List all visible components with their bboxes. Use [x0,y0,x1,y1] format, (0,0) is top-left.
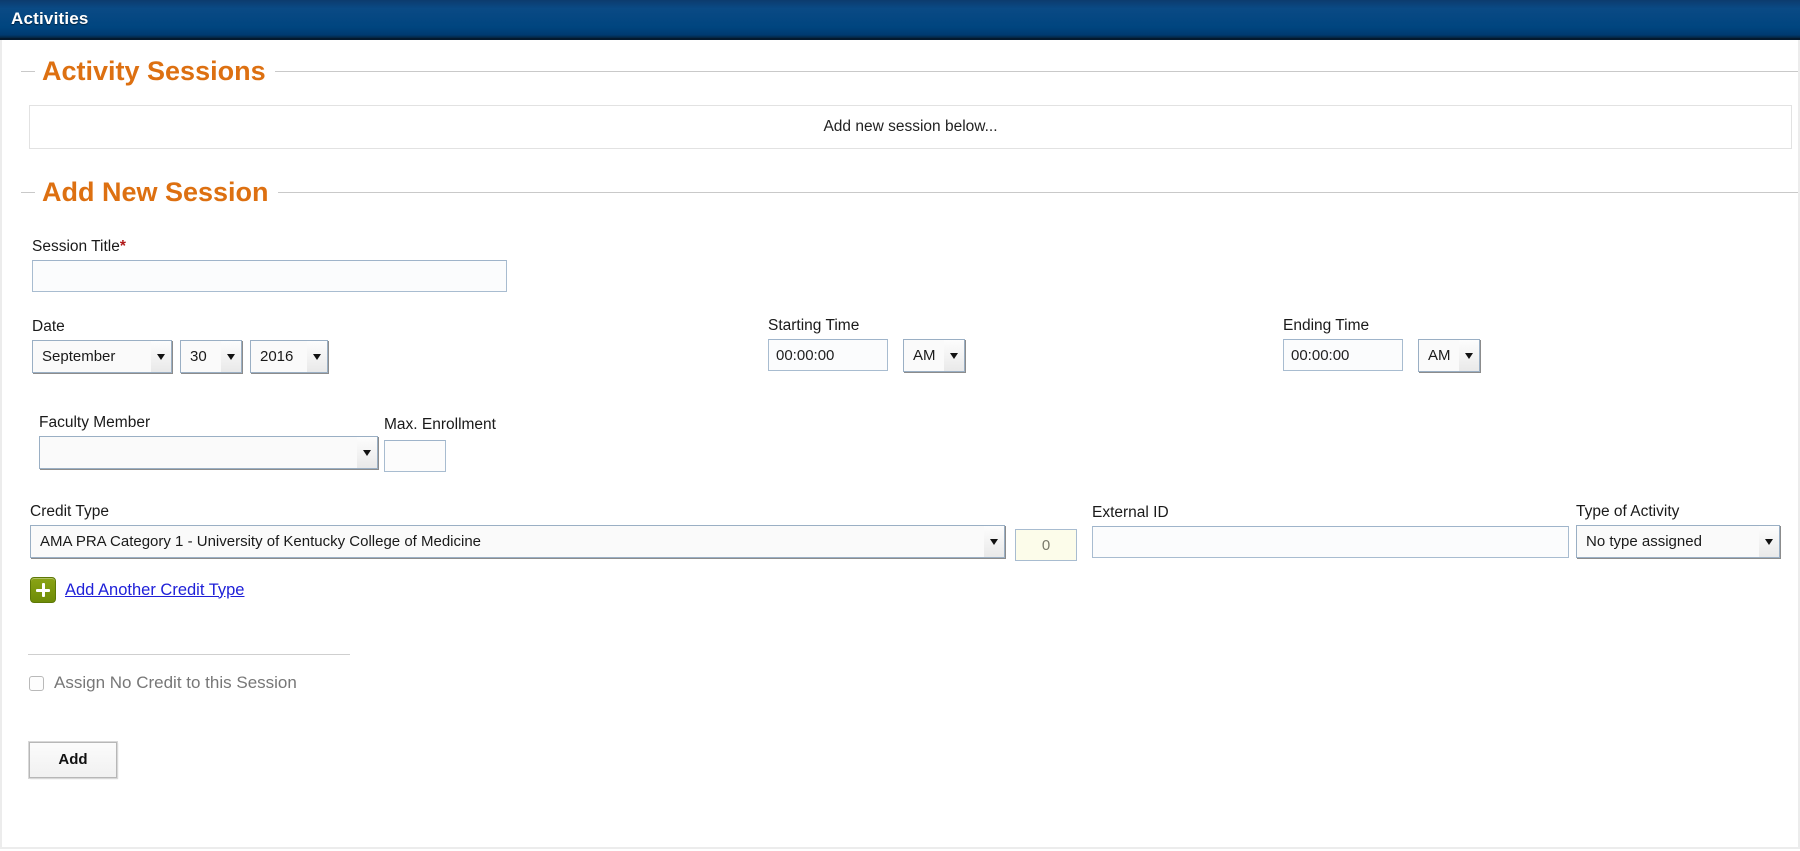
add-new-session-legend-row: Add New Session [2,179,1798,206]
chevron-down-icon [151,341,171,373]
section-divider [28,654,350,656]
credit-type-select[interactable]: AMA PRA Category 1 - University of Kentu… [30,525,1005,559]
add-session-form: Session Title* Date September 30 2016 St… [2,238,1798,780]
faculty-member-select[interactable] [39,436,378,470]
ending-time-controls: AM [1283,339,1480,373]
credit-type-value: AMA PRA Category 1 - University of Kentu… [40,533,482,551]
add-another-credit-type-row[interactable]: Add Another Credit Type [30,577,1798,604]
chevron-down-icon [944,340,964,372]
session-title-label: Session Title* [32,238,1798,255]
type-of-activity-select[interactable]: No type assigned [1576,525,1780,559]
max-enrollment-input[interactable] [384,440,446,473]
faculty-member-value [40,437,377,468]
add-another-credit-type-link[interactable]: Add Another Credit Type [65,581,244,600]
faculty-enrollment-row: Faculty Member Max. Enrollment [32,414,1798,482]
app-header-bar: Activities [0,0,1800,40]
credit-row: Credit Type AMA PRA Category 1 - Univers… [30,503,1798,565]
ending-time-meridiem-select[interactable]: AM [1418,339,1480,373]
chevron-down-icon [1459,340,1479,372]
plus-icon[interactable] [30,577,56,604]
add-new-session-group: Add New Session Session Title* Date Sept… [2,149,1798,780]
required-asterisk: * [119,238,126,255]
assign-no-credit-row[interactable]: Assign No Credit to this Session [29,673,1798,693]
page-content: Activity Sessions Add new session below.… [0,40,1800,849]
submit-row: Add [28,741,1798,780]
date-label: Date [32,318,65,336]
chevron-down-icon [1759,526,1779,558]
date-day-select[interactable]: 30 [180,340,242,374]
type-of-activity-label: Type of Activity [1576,503,1680,521]
chevron-down-icon [221,341,241,373]
ending-time-label: Ending Time [1283,317,1370,335]
add-button[interactable]: Add [28,741,118,780]
credit-type-label: Credit Type [30,503,109,521]
legend-rule [274,71,1798,72]
sessions-empty-message: Add new session below... [823,118,998,135]
legend-rule [277,192,1798,193]
type-of-activity-field: Type of Activity No type assigned [1576,503,1780,559]
starting-time-controls: AM [768,339,965,373]
sessions-empty-box: Add new session below... [29,105,1792,149]
chevron-down-icon [984,526,1004,558]
credit-amount-field [1015,529,1077,562]
credit-type-field: Credit Type AMA PRA Category 1 - Univers… [30,503,1005,559]
starting-time-meridiem-select[interactable]: AM [903,339,965,373]
activity-sessions-legend-row: Activity Sessions [2,58,1798,85]
legend-dash-left [21,192,35,193]
ending-time-input[interactable] [1283,339,1403,372]
assign-no-credit-label: Assign No Credit to this Session [54,673,297,693]
external-id-label: External ID [1092,504,1169,522]
date-year-select[interactable]: 2016 [250,340,328,374]
starting-time-label: Starting Time [768,317,860,335]
date-selects: September 30 2016 [32,340,328,374]
date-field: Date September 30 2016 [32,318,328,374]
external-id-field: External ID [1092,504,1569,559]
faculty-member-label: Faculty Member [39,414,151,432]
session-title-input[interactable] [32,260,507,293]
add-new-session-legend: Add New Session [42,177,269,207]
datetime-row: Date September 30 2016 Starting Time 00:… [32,317,1798,388]
credit-amount-input[interactable] [1015,529,1077,562]
legend-dash-left [21,71,35,72]
external-id-input[interactable] [1092,526,1569,559]
max-enrollment-field: Max. Enrollment [384,416,496,473]
chevron-down-icon [307,341,327,373]
session-title-label-text: Session Title [32,238,120,255]
faculty-member-field: Faculty Member [39,414,378,470]
activity-sessions-legend: Activity Sessions [42,56,266,86]
ending-time-field: Ending Time AM [1283,317,1480,373]
app-title: Activities [11,9,89,28]
type-of-activity-value: No type assigned [1586,533,1702,551]
session-title-row: Session Title* [32,238,1798,293]
max-enrollment-label: Max. Enrollment [384,416,496,434]
starting-time-field: Starting Time AM [768,317,965,373]
starting-time-input[interactable] [768,339,888,372]
activity-sessions-group: Activity Sessions Add new session below.… [2,40,1798,149]
date-month-select[interactable]: September [32,340,172,374]
chevron-down-icon [357,437,377,469]
assign-no-credit-checkbox[interactable] [29,675,44,691]
